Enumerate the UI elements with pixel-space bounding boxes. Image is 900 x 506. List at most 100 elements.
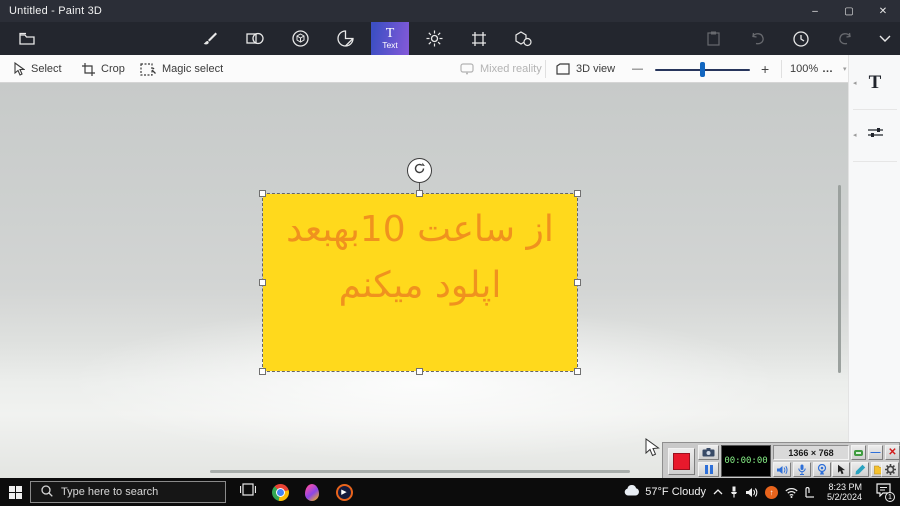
brush-icon [202,31,218,47]
resize-handle-ne[interactable] [574,190,581,197]
start-button[interactable] [0,478,30,506]
upload-status-icon[interactable]: ↑ [764,485,778,499]
window-title: Untitled - Paint 3D [9,5,103,17]
volume-icon[interactable] [745,487,758,498]
speaker-icon [776,465,788,475]
zoom-out-button[interactable]: — [632,55,643,83]
mixed-reality-label: Mixed reality [480,63,542,75]
sidebar-divider [853,109,897,110]
select-button[interactable]: Select [14,55,62,83]
touch-keyboard-icon[interactable] [805,486,817,498]
zoom-level-display[interactable]: 100% [790,55,818,83]
select-label: Select [31,63,62,75]
text-box-selection[interactable]: از ساعت 10بهبعد اپلود میکنم [259,190,581,375]
stickers-button[interactable] [326,22,364,55]
history-button[interactable] [782,22,820,55]
record-stop-button[interactable] [668,448,695,475]
vertical-scrollbar[interactable] [838,185,841,373]
resize-handle-nw[interactable] [259,190,266,197]
history-clock-icon [793,30,809,47]
expand-toolbar-button[interactable] [866,22,900,55]
webcam-button[interactable] [813,462,831,477]
maximize-button[interactable]: ▢ [832,0,866,22]
3d-view-button[interactable]: 3D view [556,55,615,83]
redo-icon [838,32,853,45]
task-view-button[interactable] [232,478,264,506]
audio-button[interactable] [773,462,791,477]
zoom-in-button[interactable]: + [761,55,769,83]
recorder-close-icon: ✕ [888,447,897,458]
canvas-button[interactable] [460,22,498,55]
camera-icon [702,444,715,462]
close-button[interactable]: ✕ [866,0,900,22]
notification-badge: 1 [885,492,895,502]
resize-handle-w[interactable] [259,279,266,286]
pencil-icon [855,464,866,475]
chrome-icon [271,483,289,501]
horizontal-scrollbar[interactable] [210,470,630,473]
paste-button[interactable] [694,22,732,55]
3d-shapes-button[interactable] [281,22,319,55]
resize-handle-e[interactable] [574,279,581,286]
action-center-button[interactable]: 1 [872,481,895,503]
network-icon[interactable] [785,487,798,498]
undo-button[interactable] [738,22,776,55]
zoom-slider-handle[interactable] [700,62,705,77]
resize-handle-s[interactable] [416,368,423,375]
redo-button[interactable] [826,22,864,55]
recorder-close-button[interactable]: ✕ [885,445,900,460]
draw-button[interactable] [851,462,869,477]
paint3d-drop-icon [305,483,319,501]
pin-icon[interactable] [730,486,738,498]
text-panel-icon: T [868,72,882,93]
menu-button[interactable] [8,22,46,55]
text-tool-button[interactable]: T Text [371,22,409,55]
crop-icon [82,62,95,76]
region-select-button[interactable] [851,445,866,460]
paste-icon [706,31,720,46]
resize-handle-n[interactable] [416,190,423,197]
2d-shapes-button[interactable] [236,22,274,55]
microphone-button[interactable] [793,462,811,477]
zoom-level-value: 100% [790,63,819,75]
taskbar-search-input[interactable]: Type here to search [30,481,226,503]
sidebar-text-panel-button[interactable]: ◂ T [849,69,900,97]
minimize-button[interactable]: – [798,0,832,22]
taskbar-media-button[interactable]: ▶ [328,478,360,506]
more-options-button[interactable]: … [822,55,834,83]
brush-tool-button[interactable] [191,22,229,55]
ribbon-scroll-arrow-icon[interactable]: ▾ [843,65,847,73]
sidebar-settings-panel-button[interactable]: ◂ [849,121,900,149]
weather-widget[interactable]: 57°F Cloudy [624,485,706,499]
screenshot-button[interactable] [698,445,719,460]
crop-label: Crop [101,63,125,75]
zoom-in-label: + [761,61,770,77]
magic-select-button[interactable]: Magic select [140,55,223,83]
taskbar-paint3d-button[interactable] [296,478,328,506]
media-play-icon: ▶ [335,483,353,501]
mixed-reality-button[interactable]: Mixed reality [460,55,542,83]
resize-handle-sw[interactable] [259,368,266,375]
magic-select-label: Magic select [162,63,224,75]
rotation-handle[interactable] [407,158,432,183]
weather-text: 57°F Cloudy [645,486,706,498]
taskbar-chrome-button[interactable] [264,478,296,506]
stop-icon [673,453,690,470]
3d-library-button[interactable] [504,22,542,55]
resize-handle-se[interactable] [574,368,581,375]
cursor-capture-button[interactable] [832,462,850,477]
webcam-icon [817,464,827,475]
undo-icon [750,32,765,45]
recording-timer: 00:00:00 [721,445,771,477]
crop-button[interactable]: Crop [82,55,125,83]
mouse-cursor [645,438,660,463]
tray-expand-chevron-icon[interactable] [713,489,723,495]
note-text[interactable]: از ساعت 10بهبعد اپلود میکنم [263,202,577,314]
pause-button[interactable] [698,462,719,477]
effects-button[interactable] [415,22,453,55]
recorder-minimize-button[interactable]: — [868,445,883,460]
recorder-settings-button[interactable] [881,462,899,477]
play-glyph: ▶ [341,489,347,496]
windows-logo-icon [8,485,22,499]
clock[interactable]: 8:23 PM 5/2/2024 [824,482,865,503]
